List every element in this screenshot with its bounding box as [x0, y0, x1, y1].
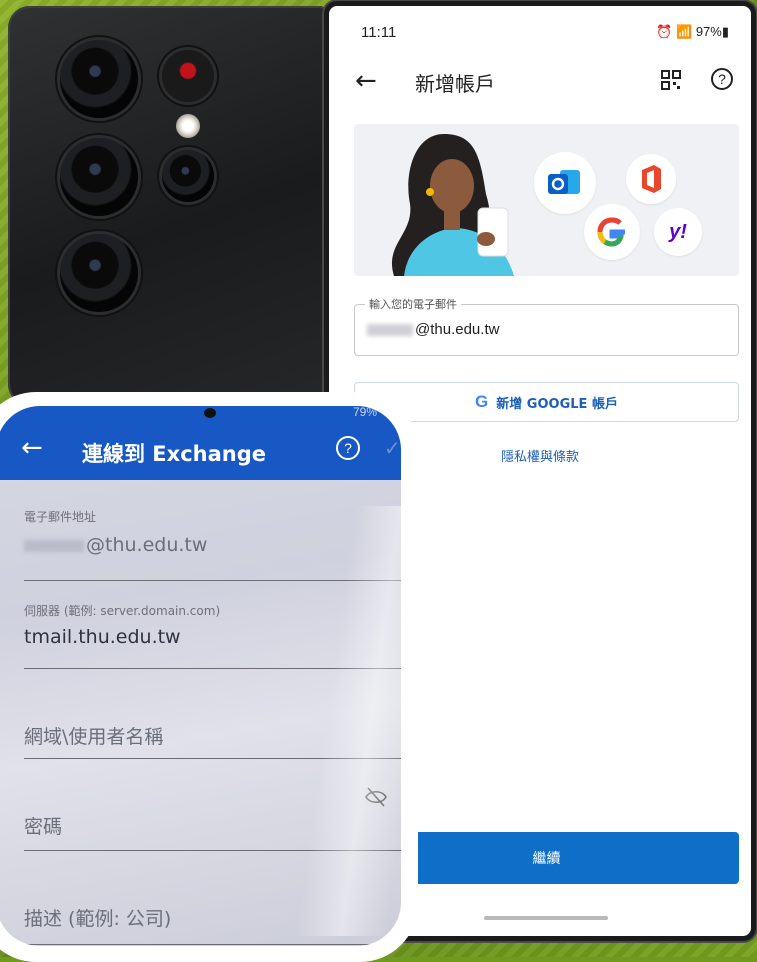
redacted-username: [24, 539, 84, 552]
camera-lens-icon: [162, 150, 214, 202]
help-icon[interactable]: ?: [336, 436, 360, 460]
exchange-status-bar: 79%: [0, 406, 401, 422]
status-icons: ⏰ 📶 97%▮: [656, 24, 729, 39]
google-g-icon: G: [475, 392, 489, 411]
back-arrow-icon[interactable]: ←: [21, 433, 43, 463]
checkmark-icon[interactable]: ✓: [384, 436, 401, 460]
status-time: 11:11: [361, 24, 397, 41]
yahoo-bubble: y!: [654, 208, 702, 256]
flash-icon: [176, 114, 200, 138]
outlook-icon: [548, 170, 580, 194]
google-icon: [597, 217, 625, 247]
office-icon: [642, 165, 661, 193]
exchange-screen: 79% ← 連線到 Exchange ? ✓ 電子郵件地址 @thu.edu.t…: [0, 406, 401, 946]
email-domain: @thu.edu.tw: [415, 321, 500, 338]
add-google-account-button[interactable]: G 新增 GOOGLE 帳戶: [354, 382, 739, 422]
office-bubble: [626, 154, 676, 204]
back-arrow-icon[interactable]: ←: [355, 68, 377, 94]
page-title: 新增帳戶: [415, 72, 495, 96]
add-google-account-label: 新增 GOOGLE 帳戶: [496, 396, 618, 412]
person-illustration: [391, 134, 514, 276]
continue-label: 繼續: [532, 851, 561, 867]
exchange-email-value: @thu.edu.tw: [24, 534, 207, 556]
exchange-photo-frame: 79% ← 連線到 Exchange ? ✓ 電子郵件地址 @thu.edu.t…: [0, 392, 418, 962]
google-bubble: [584, 204, 640, 260]
exchange-server-label: 伺服器 (範例: server.domain.com): [24, 604, 221, 618]
redacted-username: [367, 324, 413, 337]
hero-illustration: y!: [354, 124, 739, 276]
qr-code-icon[interactable]: [661, 70, 681, 90]
exchange-email-field[interactable]: 電子郵件地址 @thu.edu.tw: [24, 490, 401, 581]
camera-lens-icon: [60, 138, 138, 216]
phone-back: [8, 6, 326, 406]
help-icon[interactable]: ?: [711, 68, 733, 90]
exchange-app-bar: ← 連線到 Exchange ? ✓: [0, 422, 401, 480]
camera-lens-icon: [60, 40, 138, 118]
exchange-email-domain: @thu.edu.tw: [86, 534, 208, 556]
camera-cutout: [204, 408, 216, 418]
laser-sensor-icon: [162, 50, 214, 102]
exchange-email-label: 電子郵件地址: [24, 510, 97, 524]
periscope-lens-icon: [60, 234, 138, 312]
email-label: 輸入您的電子郵件: [365, 296, 461, 312]
app-bar: ← 新增帳戶 ?: [329, 64, 751, 104]
exchange-server-value: tmail.thu.edu.tw: [24, 626, 181, 648]
home-indicator[interactable]: [484, 916, 608, 920]
outlook-bubble: [534, 152, 596, 214]
password-placeholder: 密碼: [24, 816, 63, 838]
status-battery: 97%: [695, 24, 722, 39]
exchange-status-battery: 79%: [352, 406, 377, 419]
yahoo-icon: y!: [669, 220, 687, 243]
status-bar: 11:11 ⏰ 📶 97%▮: [361, 24, 729, 44]
exchange-title: 連線到 Exchange: [82, 442, 266, 466]
email-value: @thu.edu.tw: [367, 321, 499, 338]
email-field[interactable]: 輸入您的電子郵件 @thu.edu.tw: [354, 296, 739, 356]
description-placeholder: 描述 (範例: 公司): [24, 908, 172, 930]
domain-username-placeholder: 網域\使用者名稱: [24, 726, 164, 748]
